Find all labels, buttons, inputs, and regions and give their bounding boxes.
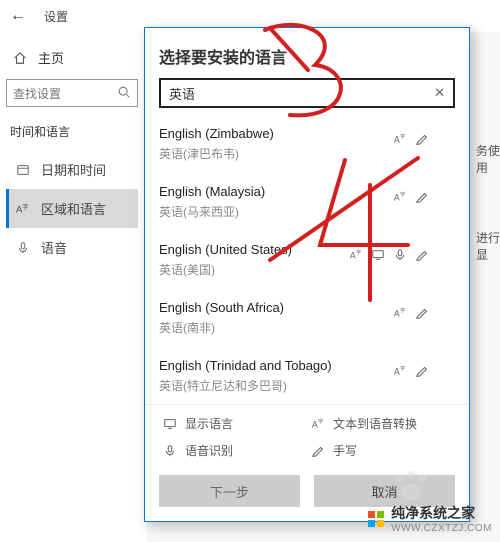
- sidebar-item-label: 区域和语言: [41, 199, 106, 218]
- svg-text:字: 字: [356, 248, 361, 256]
- svg-text:字: 字: [318, 417, 323, 425]
- clear-search-icon[interactable]: ✕: [434, 85, 445, 101]
- tts-icon: A字: [349, 248, 363, 262]
- display-icon: [163, 417, 177, 431]
- language-option[interactable]: English (South Africa)英语(南非)A字: [159, 288, 453, 346]
- legend-label: 手写: [333, 442, 357, 459]
- tts-icon: A字: [393, 190, 407, 204]
- legend-item: 显示语言: [163, 415, 281, 432]
- sidebar-home[interactable]: 主页: [6, 38, 138, 77]
- clock-icon: [15, 163, 31, 177]
- language-search-input[interactable]: 英语 ✕: [159, 78, 455, 108]
- sidebar-section-title: 时间和语言: [6, 117, 138, 150]
- display-icon: [371, 248, 385, 262]
- svg-text:A: A: [350, 251, 356, 261]
- ime-icon: [415, 306, 429, 320]
- sidebar-home-label: 主页: [38, 48, 64, 67]
- legend-item: 手写: [311, 442, 429, 459]
- sidebar: 主页 查找设置 时间和语言 日期和时间 A字 区域和语言 语音: [0, 32, 146, 542]
- globe-icon: A字: [15, 202, 31, 216]
- watermark-logo-icon: [367, 510, 385, 528]
- ime-icon: [415, 364, 429, 378]
- ime-icon: [415, 132, 429, 146]
- bg-text-fragment: 进行显: [476, 229, 500, 263]
- watermark-brand: 纯净系统之家: [391, 505, 475, 521]
- install-language-dialog: 选择要安装的语言 英语 ✕ English (Zimbabwe)英语(津巴布韦)…: [144, 27, 470, 522]
- language-feature-icons: A字: [349, 248, 429, 262]
- svg-text:A: A: [394, 367, 400, 377]
- language-name-cn: 英语(马来西亚): [159, 203, 453, 220]
- language-option[interactable]: English (United States)英语(美国)A字: [159, 230, 453, 288]
- tts-icon: A字: [393, 306, 407, 320]
- language-search-value: 英语: [169, 84, 195, 103]
- language-option[interactable]: English (Malaysia)英语(马来西亚)A字: [159, 172, 453, 230]
- tts-icon: A字: [393, 132, 407, 146]
- feature-legend: 显示语言A字文本到语音转换语音识别手写: [145, 404, 469, 469]
- sidebar-item-label: 语音: [41, 238, 67, 257]
- language-list[interactable]: English (Zimbabwe)英语(津巴布韦)A字English (Mal…: [145, 114, 467, 404]
- mic-icon: [163, 444, 177, 458]
- svg-text:字: 字: [400, 306, 405, 314]
- language-feature-icons: A字: [393, 364, 429, 378]
- tts-icon: A字: [311, 417, 325, 431]
- mic-icon: [15, 241, 31, 255]
- bg-text-fragment: 务使用: [476, 142, 500, 176]
- window-title: 设置: [44, 8, 68, 25]
- language-feature-icons: A字: [393, 132, 429, 146]
- settings-search-placeholder: 查找设置: [13, 85, 61, 102]
- back-icon[interactable]: ←: [10, 7, 26, 25]
- svg-text:字: 字: [400, 132, 405, 140]
- svg-text:A: A: [394, 309, 400, 319]
- legend-label: 语音识别: [185, 442, 233, 459]
- home-icon: [12, 51, 28, 65]
- language-feature-icons: A字: [393, 306, 429, 320]
- sidebar-item-label: 日期和时间: [41, 160, 106, 179]
- paw-watermark-icon: [392, 470, 430, 502]
- svg-text:A: A: [394, 193, 400, 203]
- legend-label: 显示语言: [185, 415, 233, 432]
- search-icon: [117, 85, 131, 102]
- legend-item: 语音识别: [163, 442, 281, 459]
- language-name-cn: 英语(美国): [159, 261, 453, 278]
- mic-icon: [393, 248, 407, 262]
- ime-icon: [415, 190, 429, 204]
- dialog-title: 选择要安装的语言: [145, 28, 469, 78]
- language-name-cn: 英语(特立尼达和多巴哥): [159, 377, 453, 394]
- svg-text:A: A: [312, 419, 318, 429]
- language-name-cn: 英语(津巴布韦): [159, 145, 453, 162]
- next-button[interactable]: 下一步: [159, 475, 300, 507]
- legend-label: 文本到语音转换: [333, 415, 417, 432]
- ime-icon: [311, 444, 325, 458]
- svg-text:字: 字: [400, 364, 405, 372]
- sidebar-item-region-language[interactable]: A字 区域和语言: [6, 189, 138, 228]
- svg-text:A: A: [394, 135, 400, 145]
- language-name-cn: 英语(南非): [159, 319, 453, 336]
- language-feature-icons: A字: [393, 190, 429, 204]
- tts-icon: A字: [393, 364, 407, 378]
- ime-icon: [415, 248, 429, 262]
- legend-item: A字文本到语音转换: [311, 415, 429, 432]
- watermark-url: WWW.CZXTZJ.COM: [391, 523, 492, 534]
- sidebar-item-datetime[interactable]: 日期和时间: [6, 150, 138, 189]
- sidebar-item-speech[interactable]: 语音: [6, 228, 138, 267]
- settings-search[interactable]: 查找设置: [6, 79, 138, 107]
- language-option[interactable]: English (Zimbabwe)英语(津巴布韦)A字: [159, 114, 453, 172]
- svg-text:字: 字: [400, 190, 405, 198]
- svg-text:字: 字: [22, 203, 28, 211]
- watermark: 纯净系统之家 WWW.CZXTZJ.COM: [367, 503, 492, 534]
- language-option[interactable]: English (Trinidad and Tobago)英语(特立尼达和多巴哥…: [159, 346, 453, 404]
